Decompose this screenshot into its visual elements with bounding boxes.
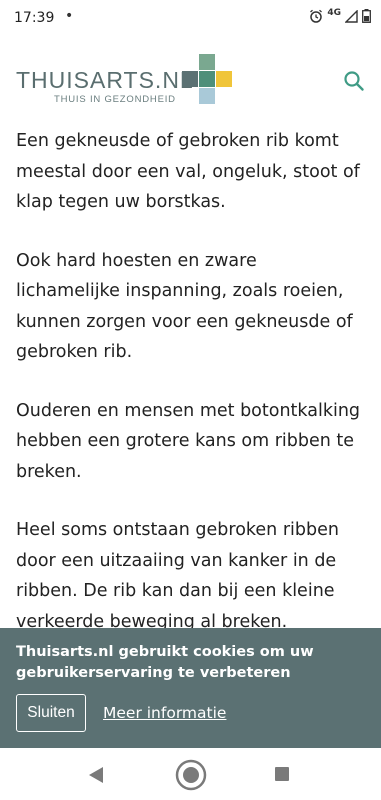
site-logo[interactable]: THUISARTS.NL THUIS IN GEZONDHEID [16, 68, 194, 105]
search-icon[interactable] [343, 70, 365, 92]
close-cookie-button[interactable]: Sluiten [16, 694, 86, 732]
navigation-bar [0, 748, 381, 800]
site-header: THUISARTS.NL THUIS IN GEZONDHEID [0, 38, 381, 110]
notification-dot: • [65, 8, 74, 24]
cookie-message: Thuisarts.nl gebruikt cookies om uw gebr… [16, 644, 314, 681]
network-type: 4G [327, 8, 341, 18]
paragraph: Een gekneusde of gebroken rib komt meest… [16, 131, 360, 212]
alarm-icon [309, 9, 323, 23]
signal-icon [345, 9, 358, 23]
paragraph: Ook hard hoesten en zware lichamelijke i… [16, 250, 353, 363]
logo-tagline: THUIS IN GEZONDHEID [54, 94, 176, 105]
recents-icon[interactable] [275, 767, 289, 781]
paragraph: Heel soms ontstaan gebroken ribben door … [16, 520, 339, 632]
back-icon[interactable] [88, 766, 104, 788]
paragraph: Ouderen en mensen met botontkalking hebb… [16, 400, 361, 482]
article-content: Een gekneusde of gebroken rib komt meest… [16, 126, 366, 665]
more-info-link[interactable]: Meer informatie [103, 704, 226, 722]
status-time: 17:39 [14, 10, 55, 26]
status-icons: 4G [309, 8, 371, 23]
home-icon[interactable] [175, 759, 207, 795]
logo-cross-icon [180, 54, 234, 104]
battery-icon [362, 9, 371, 23]
logo-title: THUISARTS.NL [16, 67, 194, 93]
status-bar: 17:39 • 4G [0, 0, 381, 38]
